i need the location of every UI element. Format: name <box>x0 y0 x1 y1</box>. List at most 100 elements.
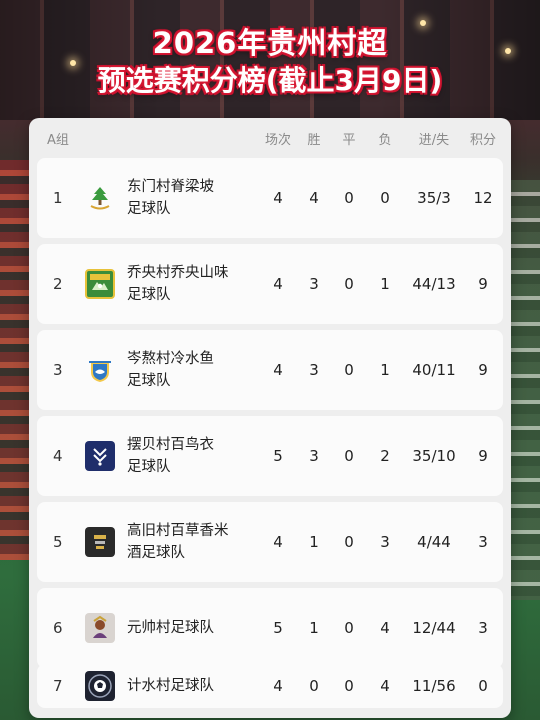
team-logo-icon <box>85 355 115 385</box>
header-lost: 负 <box>378 133 392 148</box>
goals-value: 44/13 <box>412 275 456 293</box>
table-row: 4 摆贝村百鸟衣 足球队 5 3 0 2 35/10 9 <box>37 416 503 496</box>
played-value: 4 <box>273 677 283 695</box>
won-value: 1 <box>309 619 319 637</box>
drawn-value: 0 <box>344 447 354 465</box>
points-value: 3 <box>478 619 488 637</box>
team-name: 摆贝村百鸟衣 足球队 <box>127 416 277 496</box>
header-points: 积分 <box>469 133 497 148</box>
won-value: 1 <box>309 533 319 551</box>
played-value: 4 <box>273 533 283 551</box>
rank: 4 <box>53 447 63 465</box>
team-name-line-2: 足球队 <box>127 287 171 303</box>
team-name-line-1: 摆贝村百鸟衣 <box>127 437 214 453</box>
goals-value: 11/56 <box>412 677 456 695</box>
team-logo-icon <box>85 527 115 557</box>
team-name: 高旧村百草香米 酒足球队 <box>127 502 277 582</box>
table-row: 6 元帅村足球队 5 1 0 4 12/44 3 <box>37 588 503 668</box>
background-stand-right <box>508 180 540 600</box>
points-value: 3 <box>478 533 488 551</box>
header-drawn: 平 <box>342 133 356 148</box>
table-row: 5 高旧村百草香米 酒足球队 4 1 0 3 4/44 3 <box>37 502 503 582</box>
won-value: 0 <box>309 677 319 695</box>
team-name-line-1: 计水村足球队 <box>127 678 214 694</box>
played-value: 4 <box>273 361 283 379</box>
lost-value: 1 <box>380 361 390 379</box>
blue-fish-crest-icon <box>89 361 111 382</box>
won-value: 4 <box>309 189 319 207</box>
lost-value: 4 <box>380 677 390 695</box>
played-value: 5 <box>273 447 283 465</box>
won-value: 3 <box>309 447 319 465</box>
points-value: 9 <box>478 275 488 293</box>
title-line-2: 预选赛积分榜(截止3月9日) <box>97 64 443 97</box>
rank: 3 <box>53 361 63 379</box>
played-value: 4 <box>273 189 283 207</box>
points-value: 9 <box>478 361 488 379</box>
drawn-value: 0 <box>344 533 354 551</box>
green-tree-emblem-icon <box>90 187 110 210</box>
team-name-line-1: 乔央村乔央山味 <box>127 265 229 281</box>
lost-value: 4 <box>380 619 390 637</box>
points-value: 9 <box>478 447 488 465</box>
drawn-value: 0 <box>344 677 354 695</box>
team-name-line-2: 足球队 <box>127 373 171 389</box>
rank: 5 <box>53 533 63 551</box>
table-header: A组 场次 胜 平 负 进/失 积分 <box>29 118 511 156</box>
team-name: 乔央村乔央山味 足球队 <box>127 244 277 324</box>
team-logo-icon <box>85 613 115 643</box>
team-name-line-2: 酒足球队 <box>127 545 185 561</box>
team-name: 东门村脊梁坡 足球队 <box>127 158 277 238</box>
played-value: 4 <box>273 275 283 293</box>
drawn-value: 0 <box>344 361 354 379</box>
lost-value: 1 <box>380 275 390 293</box>
goals-value: 35/10 <box>412 447 456 465</box>
rank: 7 <box>53 677 63 695</box>
header-played: 场次 <box>264 133 292 148</box>
rank: 2 <box>53 275 63 293</box>
points-value: 12 <box>473 189 493 207</box>
header-group: A组 <box>47 133 69 148</box>
table-row: 7 计水村足球队 4 0 0 4 11/56 0 <box>37 664 503 708</box>
team-name: 岑熬村冷水鱼 足球队 <box>127 330 277 410</box>
page-title: 2026年贵州村超 预选赛积分榜(截止3月9日) <box>0 24 540 100</box>
team-name: 计水村足球队 <box>127 664 277 708</box>
lost-value: 0 <box>380 189 390 207</box>
table-row: 2 乔央村乔央山味 足球队 4 3 0 1 44/13 9 <box>37 244 503 324</box>
team-logo-icon <box>85 441 115 471</box>
marshal-emblem-icon <box>93 615 107 638</box>
goals-value: 12/44 <box>412 619 456 637</box>
team-logo-icon <box>85 183 115 213</box>
goals-value: 40/11 <box>412 361 456 379</box>
navy-shield-icon <box>93 448 107 466</box>
lost-value: 3 <box>380 533 390 551</box>
played-value: 5 <box>273 619 283 637</box>
drawn-value: 0 <box>344 275 354 293</box>
won-value: 3 <box>309 275 319 293</box>
won-value: 3 <box>309 361 319 379</box>
team-name-line-2: 足球队 <box>127 459 171 475</box>
table-row: 1 东门村脊梁坡 足球队 4 4 0 0 35/3 12 <box>37 158 503 238</box>
rank: 1 <box>53 189 63 207</box>
team-name-line-1: 高旧村百草香米 <box>127 523 229 539</box>
team-name-line-1: 岑熬村冷水鱼 <box>127 351 214 367</box>
header-won: 胜 <box>307 133 321 148</box>
goals-value: 4/44 <box>417 533 451 551</box>
standings-table: A组 场次 胜 平 负 进/失 积分 1 东门村脊梁坡 足球队 4 4 0 0 … <box>29 118 511 718</box>
team-name-line-2: 足球队 <box>127 201 171 217</box>
dark-shield-icon <box>94 535 106 549</box>
drawn-value: 0 <box>344 619 354 637</box>
lost-value: 2 <box>380 447 390 465</box>
round-ball-badge-icon <box>88 674 112 698</box>
drawn-value: 0 <box>344 189 354 207</box>
goals-value: 35/3 <box>417 189 451 207</box>
team-name: 元帅村足球队 <box>127 588 277 668</box>
team-logo-icon <box>85 269 115 299</box>
header-goals: 进/失 <box>418 133 450 148</box>
team-logo-icon <box>85 671 115 701</box>
rank: 6 <box>53 619 63 637</box>
points-value: 0 <box>478 677 488 695</box>
table-row: 3 岑熬村冷水鱼 足球队 4 3 0 1 40/11 9 <box>37 330 503 410</box>
green-gold-badge-icon <box>90 274 110 290</box>
title-line-1: 2026年贵州村超 <box>152 26 388 60</box>
